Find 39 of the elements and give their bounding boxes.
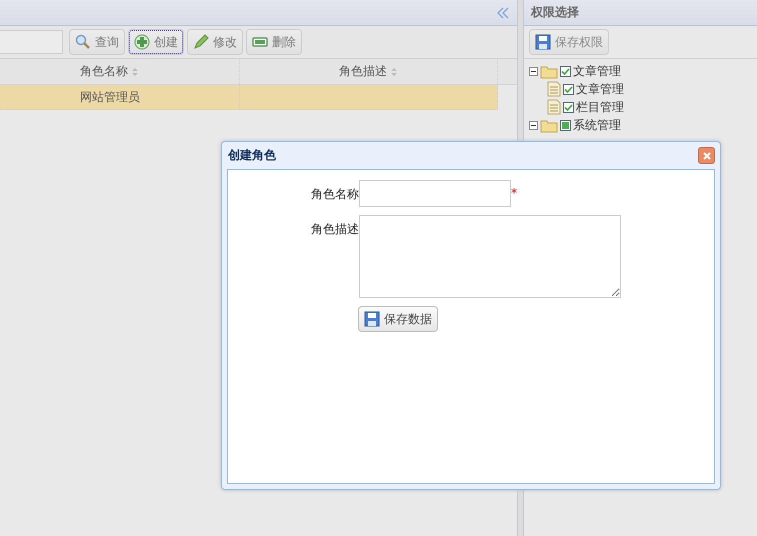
tree-item[interactable]: 文章管理 — [576, 80, 624, 98]
tree-checkbox[interactable] — [563, 102, 574, 112]
tree-checkbox[interactable] — [563, 84, 574, 94]
column-header[interactable]: 角色描述 — [240, 59, 498, 84]
tree-item[interactable]: 文章管理 — [573, 62, 621, 80]
save-button[interactable]: 保存数据 — [358, 306, 438, 332]
column-header[interactable]: 角色名称 — [0, 59, 240, 84]
panel-title: 权限选择 — [524, 0, 757, 26]
check-mark-icon — [561, 68, 570, 74]
table-row[interactable]: 网站管理员 — [0, 85, 498, 110]
document-icon — [547, 81, 561, 97]
plus-icon — [134, 34, 150, 50]
sort-icon — [131, 66, 139, 76]
field-label: 角色描述 — [310, 221, 359, 238]
pencil-icon — [193, 34, 209, 50]
required-mark: * — [511, 185, 517, 200]
square-icon — [562, 122, 569, 128]
collapse-icon[interactable] — [529, 120, 538, 130]
description-field[interactable] — [359, 215, 621, 298]
field-label: 角色名称 — [310, 186, 359, 203]
document-icon — [547, 99, 561, 115]
dialog-title: 创建角色 — [228, 147, 276, 164]
tree-item[interactable]: 栏目管理 — [576, 98, 624, 116]
sort-icon — [390, 66, 398, 76]
search-field[interactable] — [0, 30, 63, 54]
toolbar-button[interactable]: 查询 — [69, 29, 125, 55]
search-icon — [75, 34, 91, 50]
toolbar-button[interactable]: 修改 — [187, 29, 243, 55]
tree-checkbox[interactable] — [560, 120, 571, 130]
table-cell: 网站管理员 — [80, 88, 140, 106]
tree-item[interactable]: 系统管理 — [573, 116, 621, 134]
toolbar-button[interactable]: 删除 — [246, 29, 302, 55]
check-mark-icon — [564, 86, 573, 92]
close-icon[interactable] — [698, 147, 715, 164]
collapse-icon[interactable] — [529, 66, 538, 76]
check-mark-icon — [564, 104, 573, 110]
toolbar-button[interactable]: 创建 — [128, 29, 184, 55]
name-field[interactable] — [359, 180, 511, 207]
tree-checkbox[interactable] — [560, 66, 571, 76]
